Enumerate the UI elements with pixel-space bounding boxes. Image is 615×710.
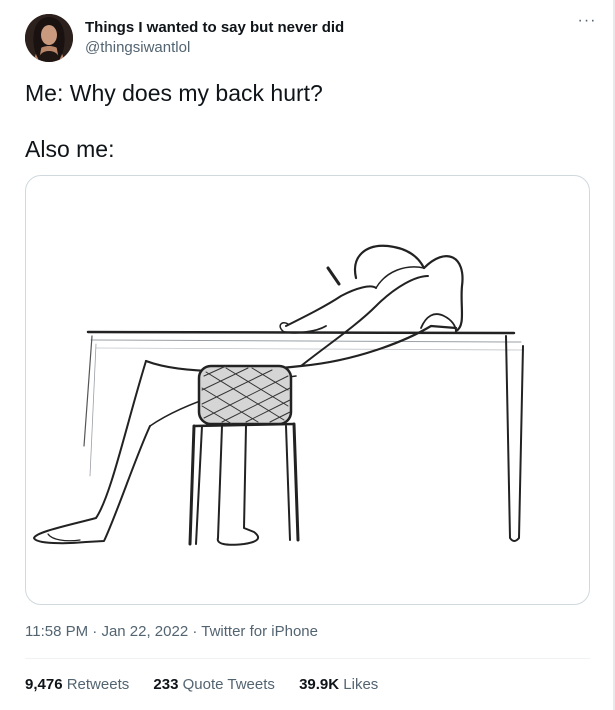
meta-separator: · [88, 623, 102, 640]
retweets-stat[interactable]: 9,476 Retweets [25, 675, 129, 695]
likes-stat[interactable]: 39.9K Likes [299, 675, 378, 695]
tweet-time[interactable]: 11:58 PM [25, 623, 88, 640]
meta-separator: · [188, 623, 202, 640]
tweet-date[interactable]: Jan 22, 2022 [101, 623, 188, 640]
retweets-label: Retweets [66, 676, 130, 693]
author-display-name[interactable]: Things I wanted to say but never did [85, 18, 344, 38]
quote-tweets-count: 233 [153, 676, 179, 693]
tweet-media-image[interactable] [25, 175, 590, 605]
more-horizontal-icon[interactable]: ··· [576, 13, 598, 36]
likes-label: Likes [343, 676, 379, 693]
sketch-illustration [33, 244, 525, 546]
author-handle[interactable]: @thingsiwantlol [85, 38, 344, 58]
engagement-stats: 9,476 Retweets 233 Quote Tweets 39.9K Li… [25, 675, 398, 695]
tweet-text-line-2: Also me: [25, 136, 115, 162]
retweets-count: 9,476 [25, 676, 63, 693]
quote-tweets-stat[interactable]: 233 Quote Tweets [153, 675, 274, 695]
likes-count: 39.9K [299, 676, 340, 693]
tweet-metadata: 11:58 PM · Jan 22, 2022 · Twitter for iP… [25, 622, 318, 642]
avatar[interactable] [25, 14, 73, 62]
avatar-image [25, 14, 73, 62]
tweet-header: Things I wanted to say but never did @th… [25, 13, 600, 64]
tweet-card: Things I wanted to say but never did @th… [0, 0, 615, 710]
tweet-source[interactable]: Twitter for iPhone [201, 623, 318, 640]
quote-tweets-label: Quote Tweets [182, 676, 275, 693]
author-names: Things I wanted to say but never did @th… [85, 18, 344, 58]
divider [25, 658, 590, 659]
tweet-text-line-1: Me: Why does my back hurt? [25, 80, 323, 106]
